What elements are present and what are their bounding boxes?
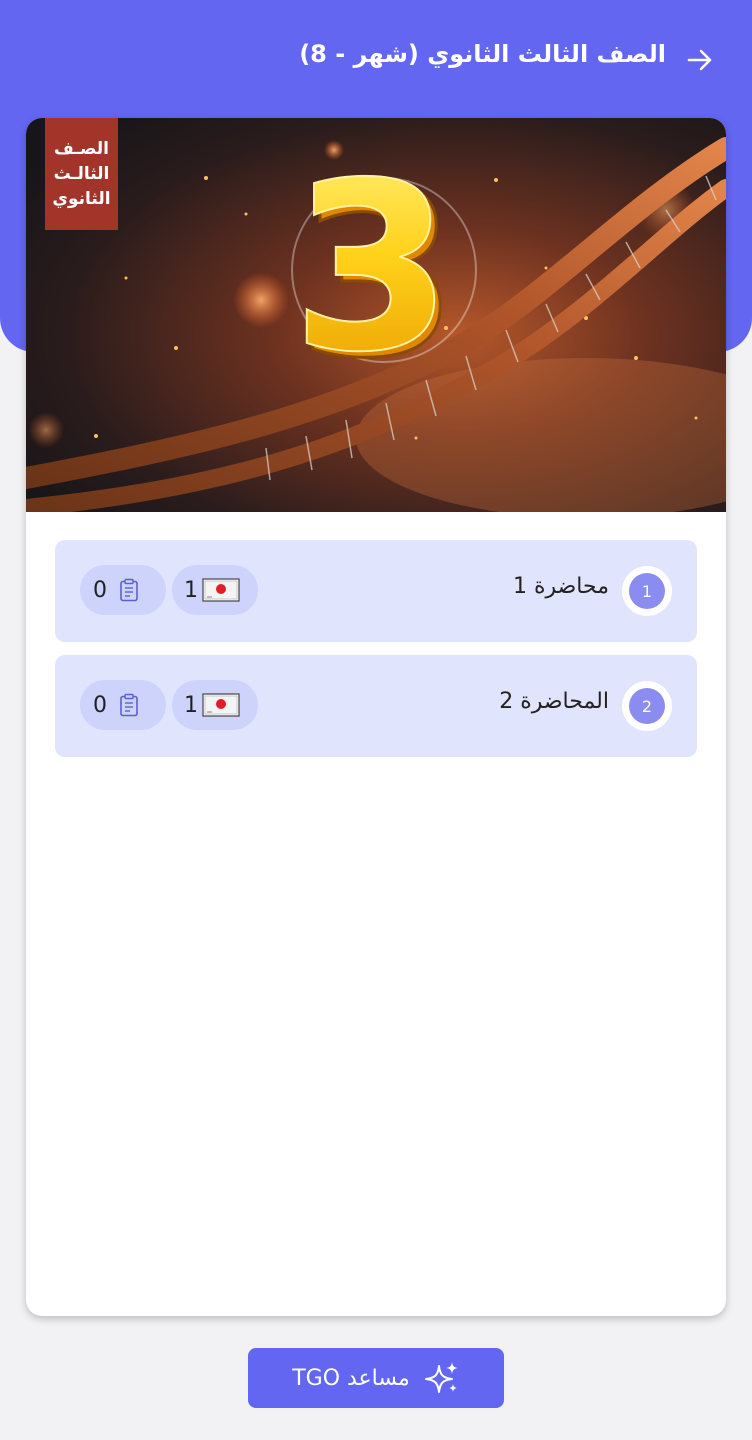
video-icon	[202, 578, 240, 602]
video-count: 1	[184, 692, 198, 718]
clipboard-icon	[120, 693, 138, 717]
ai-assistant-button[interactable]: مساعد TGO	[248, 1348, 504, 1408]
lecture-number: 1	[629, 573, 665, 609]
document-count-pill: 0	[80, 565, 166, 615]
lecture-title: محاضرة 1	[512, 574, 609, 599]
lecture-title: المحاضرة 2	[499, 689, 609, 714]
sparkles-icon	[424, 1362, 458, 1393]
svg-text:3: 3	[291, 133, 452, 403]
badge-line-1: الصـف	[53, 138, 110, 159]
grade-badge: الصـف الثالـث الثانوي	[45, 118, 118, 230]
badge-line-3: الثانوي	[52, 188, 111, 209]
lecture-number-badge: 1	[622, 566, 672, 616]
clipboard-icon	[120, 578, 138, 602]
page-title: الصف الثالث الثانوي (شهر - 8)	[299, 40, 666, 68]
lecture-number-badge: 2	[622, 681, 672, 731]
lecture-number: 2	[629, 688, 665, 724]
video-icon	[202, 693, 240, 717]
lecture-item-2[interactable]: 2 المحاضرة 2 1 0	[55, 655, 697, 757]
video-count: 1	[184, 577, 198, 603]
arrow-right-icon[interactable]	[684, 44, 716, 76]
assistant-label: مساعد TGO	[292, 1365, 410, 1391]
document-count-pill: 0	[80, 680, 166, 730]
badge-line-2: الثالـث	[53, 163, 110, 184]
course-banner-image: 3 3	[26, 118, 726, 512]
document-count: 0	[93, 692, 107, 718]
video-count-pill: 1	[172, 680, 258, 730]
course-card: 3 3 الصـف الثالـث الثانوي 1 محاضرة 1 1 0	[26, 118, 726, 1316]
lecture-item-1[interactable]: 1 محاضرة 1 1 0	[55, 540, 697, 642]
video-count-pill: 1	[172, 565, 258, 615]
document-count: 0	[93, 577, 107, 603]
